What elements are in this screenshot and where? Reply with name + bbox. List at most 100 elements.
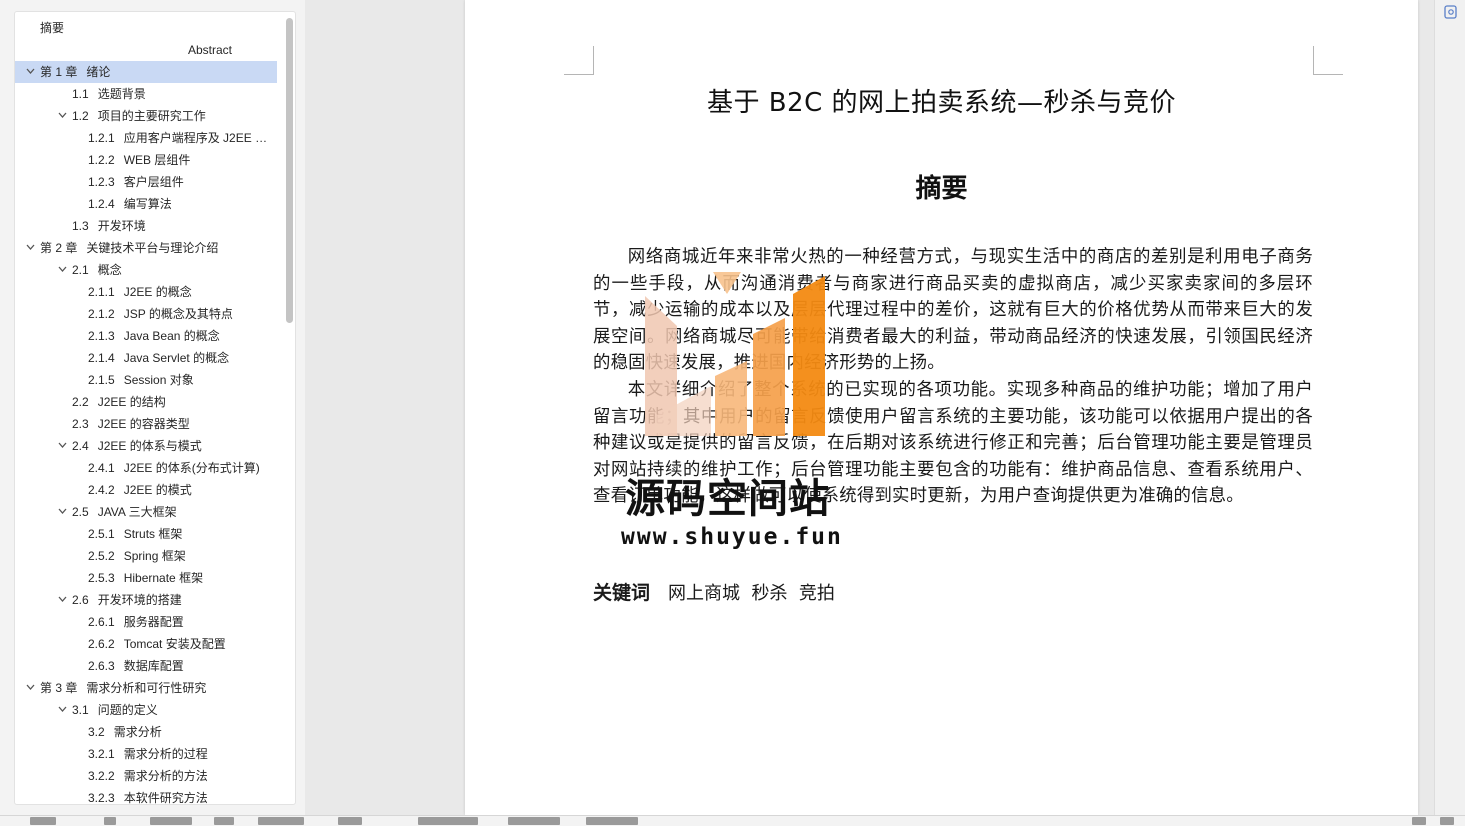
status-item[interactable] [258,817,304,825]
toc-item-number: 2.5.1 [88,527,115,541]
toc-item[interactable]: 1.1 选题背景 [15,83,277,105]
toc-item[interactable]: 摘要 [15,17,277,39]
toc-item-label: 本软件研究方法 [123,791,208,805]
toc-item[interactable]: 2.5.2 Spring 框架 [15,545,277,567]
toc-item[interactable]: 第 3 章需求分析和可行性研究 [15,677,277,699]
toc-item-number: 2.5 [72,505,89,519]
toc-item[interactable]: 3.2.2 需求分析的方法 [15,765,277,787]
toc-item-label: 需求分析 [113,725,162,739]
status-item[interactable] [214,817,234,825]
toc-item-number: 2.1.5 [88,373,115,387]
keywords-label: 关键词 [593,582,651,604]
toc-item[interactable]: 2.1.4 Java Servlet 的概念 [15,347,277,369]
toc-item[interactable]: 2.1.3 Java Bean 的概念 [15,325,277,347]
toc-item[interactable]: 1.2.4 编写算法 [15,193,277,215]
toc-item-number: 2.1.4 [88,351,115,365]
right-side-toolbar [1434,0,1465,815]
toc-item[interactable]: 3.2.1 需求分析的过程 [15,743,277,765]
toc-item[interactable]: 2.6.1 服务器配置 [15,611,277,633]
toc-item-number: 1.2 [72,109,89,123]
toc-item[interactable]: 2.5 JAVA 三大框架 [15,501,277,523]
toc-item[interactable]: 1.2.3 客户层组件 [15,171,277,193]
toc-item-number: 第 3 章 [40,681,78,695]
fullscreen-icon[interactable] [1412,817,1426,825]
document-area: 基于 B2C 的网上拍卖系统—秒杀与竞价 摘要 网络商城近年来非常火热的一种经营… [305,0,1465,815]
toc-item[interactable]: 2.3 J2EE 的容器类型 [15,413,277,435]
chevron-down-icon[interactable] [25,677,35,699]
toc-item[interactable]: 2.6.2 Tomcat 安装及配置 [15,633,277,655]
toc-scrollbar[interactable] [286,18,293,323]
toc-item-label: 客户层组件 [123,175,184,189]
document-page[interactable]: 基于 B2C 的网上拍卖系统—秒杀与竞价 摘要 网络商城近年来非常火热的一种经营… [465,0,1418,815]
toc-item-number: 3.2.3 [88,791,115,805]
toc-item[interactable]: 2.4 J2EE 的体系与模式 [15,435,277,457]
toc-item-label: Hibernate 框架 [123,571,204,585]
toc-item-number: 1.3 [72,219,89,233]
toc-item[interactable]: 2.5.3 Hibernate 框架 [15,567,277,589]
chevron-down-icon[interactable] [57,589,67,611]
toc-item[interactable]: 1.2.1 应用客户端程序及 J2EE 服 ... [15,127,277,149]
toc-item-label: J2EE 的结构 [97,395,166,409]
abstract-paragraph: 网络商城近年来非常火热的一种经营方式，与现实生活中的商店的差别是利用电子商务的一… [593,247,1313,374]
chevron-down-icon[interactable] [57,259,67,281]
abstract-paragraph: 本文详细介绍了整个系统的已实现的各项功能。实现多种商品的维护功能；增加了用户留言… [593,380,1313,507]
toc-item-label: 服务器配置 [123,615,184,629]
toc-item[interactable]: 1.2 项目的主要研究工作 [15,105,277,127]
toc-item-label: Tomcat 安装及配置 [123,637,226,651]
toc-item[interactable]: 2.1 概念 [15,259,277,281]
toc-item[interactable]: 2.1.2 JSP 的概念及其特点 [15,303,277,325]
toc-item[interactable]: 2.5.1 Struts 框架 [15,523,277,545]
toc-item[interactable]: 第 1 章绪论 [15,61,277,83]
chevron-down-icon[interactable] [25,61,35,83]
status-item[interactable] [338,817,362,825]
toc-item-number: 2.6.2 [88,637,115,651]
chevron-down-icon[interactable] [57,699,67,721]
toc-item[interactable]: 1.3 开发环境 [15,215,277,237]
chevron-down-icon[interactable] [57,501,67,523]
toc-item-number: 2.1.3 [88,329,115,343]
status-item[interactable] [508,817,560,825]
toc-item[interactable]: 2.2 J2EE 的结构 [15,391,277,413]
toc-item-number: 3.2.2 [88,769,115,783]
toc-item-label: 开发环境的搭建 [97,593,182,607]
toc-item-number: 2.6.1 [88,615,115,629]
toc-item[interactable]: 2.6 开发环境的搭建 [15,589,277,611]
toc-item[interactable]: 2.1.1 J2EE 的概念 [15,281,277,303]
toc-item-label: JAVA 三大框架 [97,505,177,519]
document-title: 基于 B2C 的网上拍卖系统—秒杀与竞价 [706,88,1177,118]
toc-item-label: 概念 [97,263,122,277]
zoom-icon[interactable] [1440,817,1454,825]
toc-item-number: 1.1 [72,87,89,101]
toc-item-number: 2.6 [72,593,89,607]
status-item[interactable] [586,817,638,825]
abstract-heading: 摘要 [915,174,968,204]
toc-item-label: Abstract [188,43,233,57]
toc-item-label: Java Bean 的概念 [123,329,220,343]
toc-item[interactable]: 2.4.2 J2EE 的模式 [15,479,277,501]
toc-item[interactable]: 2.4.1 J2EE 的体系(分布式计算) [15,457,277,479]
toc-item-label: 问题的定义 [97,703,158,717]
chevron-down-icon[interactable] [57,105,67,127]
toc-item-label: 绪论 [86,65,111,79]
status-item[interactable] [418,817,478,825]
toc-item[interactable]: 3.1 问题的定义 [15,699,277,721]
status-item[interactable] [150,817,192,825]
sidebar-toggle-icon[interactable] [1443,4,1459,20]
toc-item-label: J2EE 的体系与模式 [97,439,202,453]
toc-item[interactable]: 2.1.5 Session 对象 [15,369,277,391]
status-item[interactable] [104,817,116,825]
toc-item-number: 2.2 [72,395,89,409]
toc-item[interactable]: 2.6.3 数据库配置 [15,655,277,677]
toc-item-number: 3.2.1 [88,747,115,761]
chevron-down-icon[interactable] [57,435,67,457]
toc-item[interactable]: 第 2 章关键技术平台与理论介绍 [15,237,277,259]
toc-item-number: 2.4 [72,439,89,453]
status-page-indicator[interactable] [30,817,56,825]
toc-item[interactable]: 3.2 需求分析 [15,721,277,743]
toc-item[interactable]: 3.2.3 本软件研究方法 [15,787,277,805]
toc-item[interactable]: 1.2.2 WEB 层组件 [15,149,277,171]
crop-mark-top-left [564,46,594,75]
chevron-down-icon[interactable] [25,237,35,259]
toc-item-label: Struts 框架 [123,527,183,541]
toc-item[interactable]: Abstract [15,39,277,61]
